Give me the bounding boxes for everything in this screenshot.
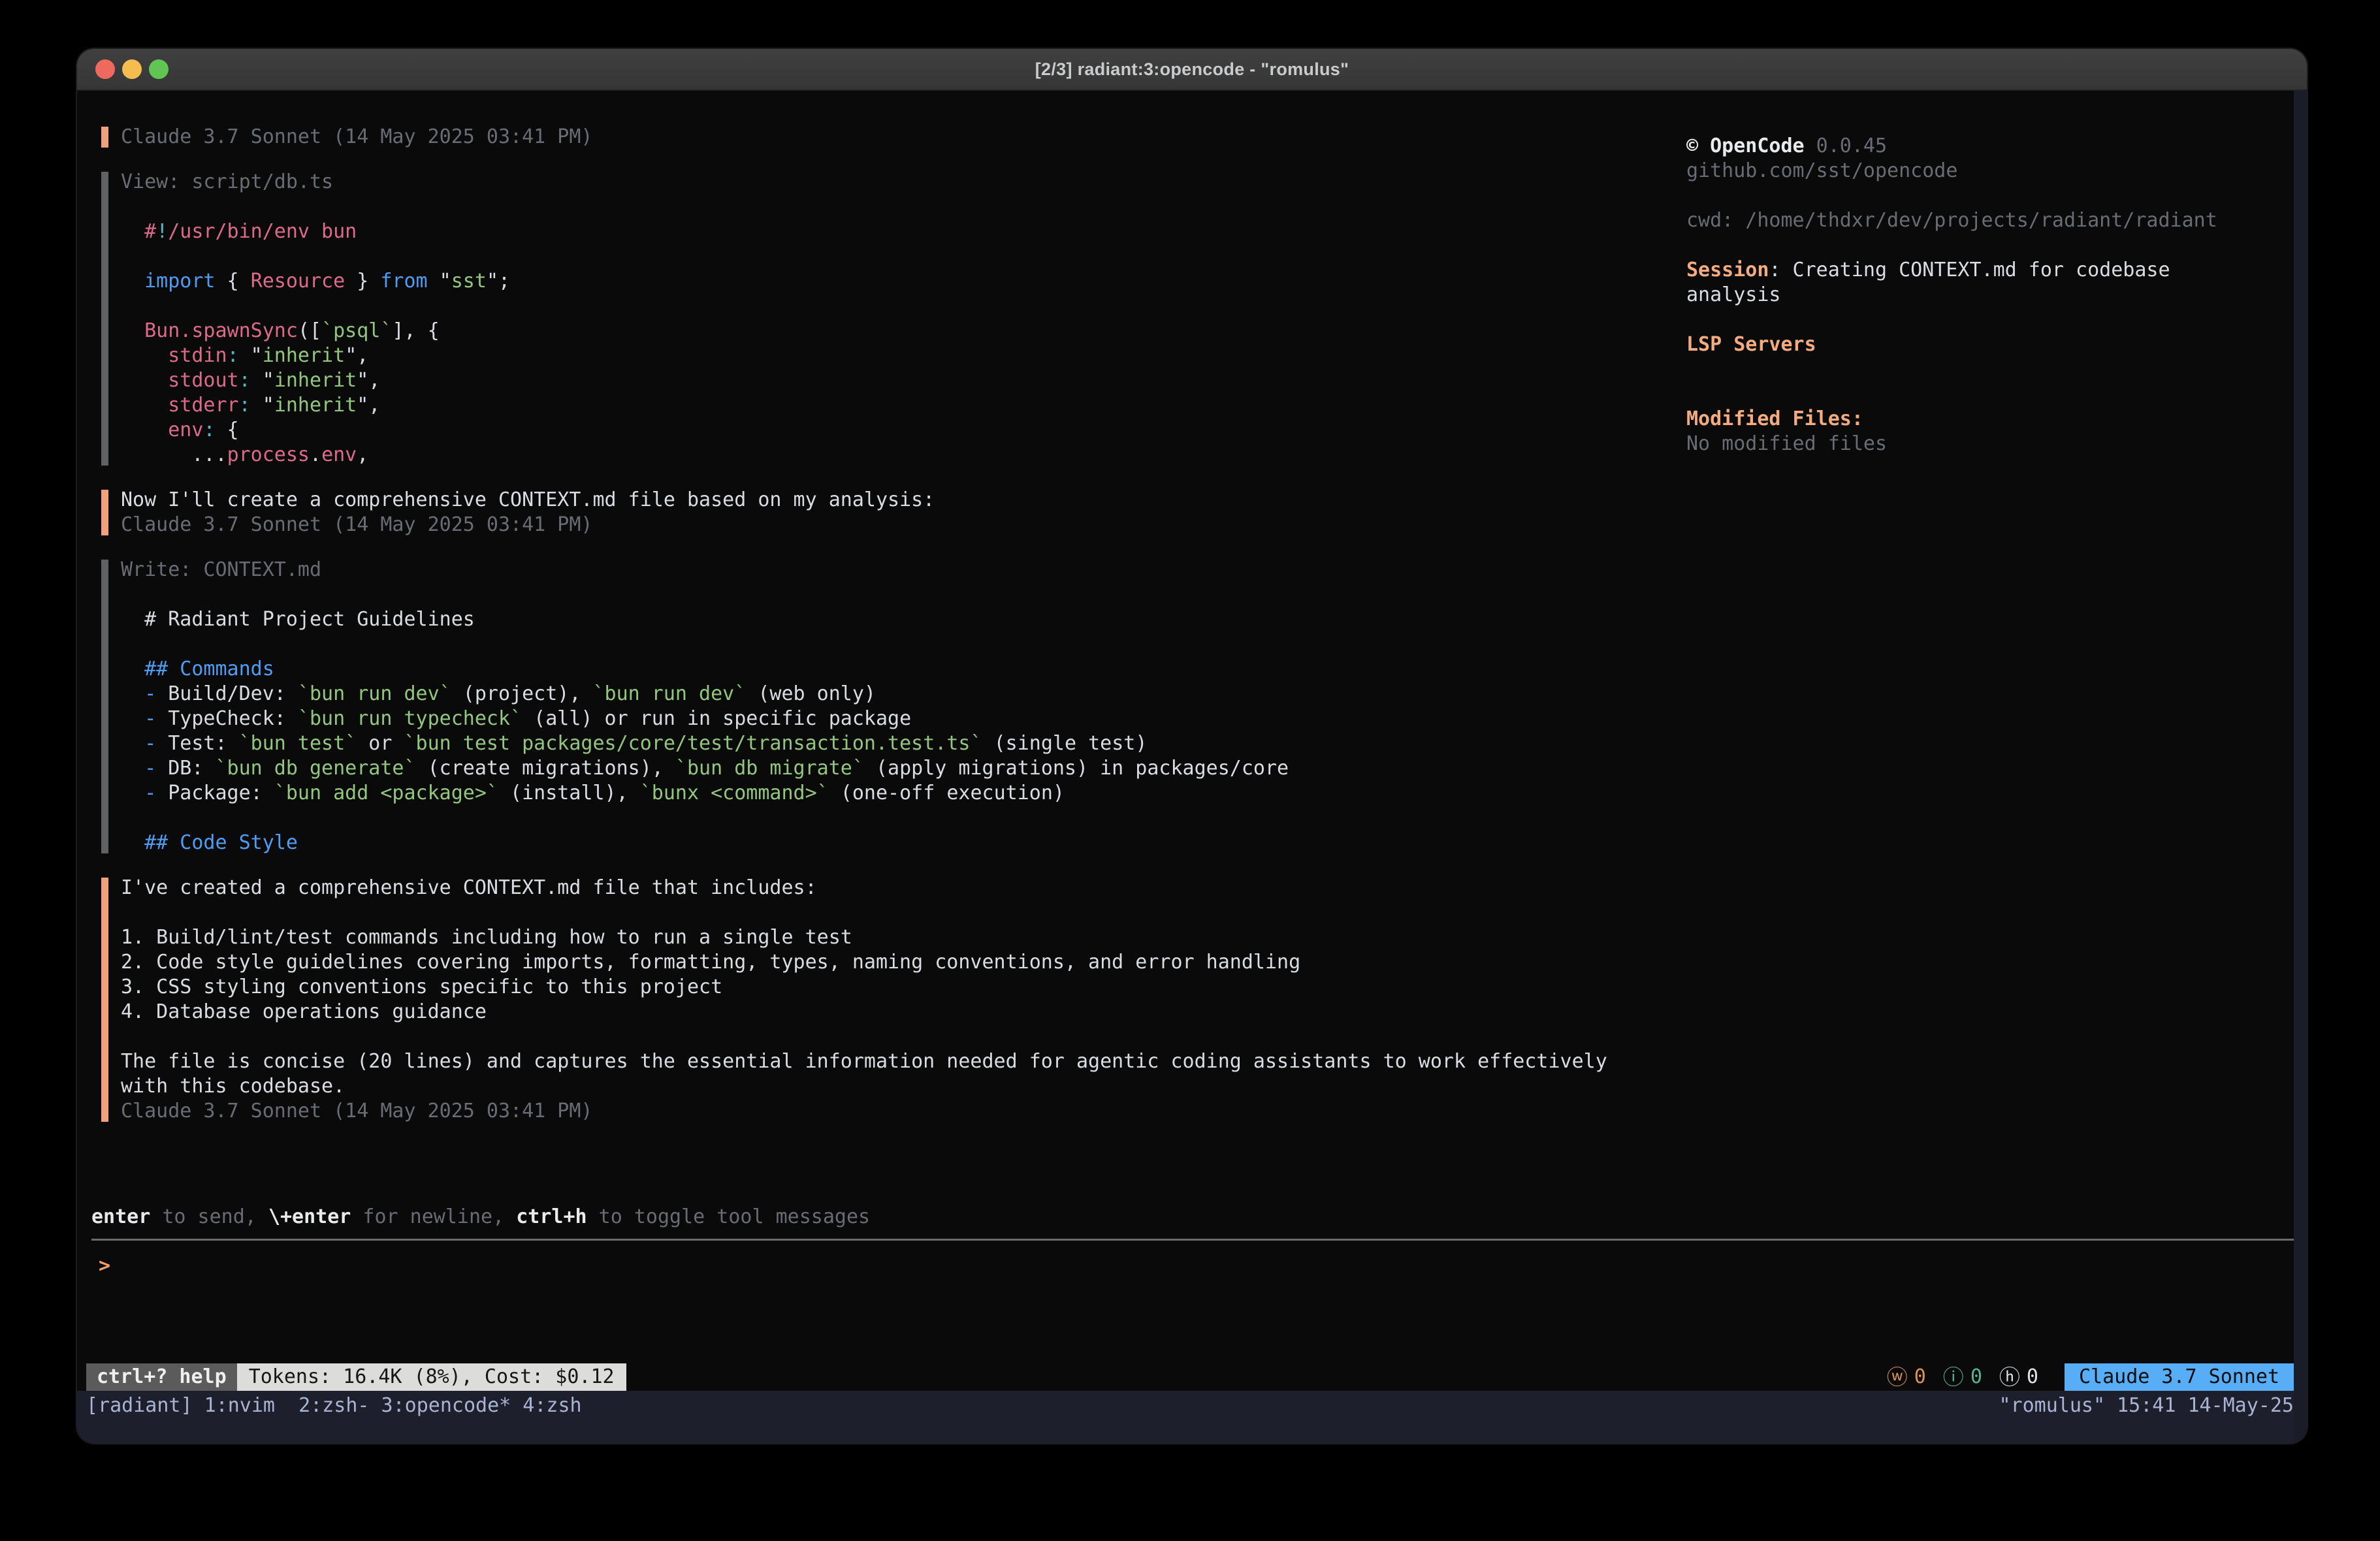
traffic-lights xyxy=(95,49,169,89)
terminal-line: import { Resource } from "sst"; xyxy=(121,269,1686,294)
terminal-line xyxy=(121,294,1686,319)
terminal-line: Bun.spawnSync([`psql`], { xyxy=(121,319,1686,343)
tmux-window-3opencode[interactable]: 3:opencode* xyxy=(370,1394,511,1417)
terminal-line xyxy=(1686,183,2294,208)
model-badge: Claude 3.7 Sonnet xyxy=(2065,1363,2294,1391)
tmux-window-2zsh[interactable]: 2:zsh- xyxy=(287,1394,369,1417)
close-button[interactable] xyxy=(95,59,115,79)
message-accent-bar xyxy=(101,127,108,148)
terminal-line: Now I'll create a comprehensive CONTEXT.… xyxy=(121,488,1686,513)
terminal-line xyxy=(121,1025,1686,1049)
terminal-line: View: script/db.ts xyxy=(121,170,1686,195)
terminal-line: stdout: "inherit", xyxy=(121,368,1686,393)
terminal-line: stderr: "inherit", xyxy=(121,393,1686,418)
terminal-line: Claude 3.7 Sonnet (14 May 2025 03:41 PM) xyxy=(121,513,1686,537)
info-count-badge: ⓘ0 xyxy=(1943,1363,1982,1391)
terminal-line: I've created a comprehensive CONTEXT.md … xyxy=(121,876,1686,900)
zoom-button[interactable] xyxy=(149,59,169,79)
terminal-line: - TypeCheck: `bun run typecheck` (all) o… xyxy=(121,707,1686,731)
tokens-cost-chip: Tokens: 16.4K (8%), Cost: $0.12 xyxy=(237,1363,626,1391)
tool-view-block: View: script/db.ts #!/usr/bin/env bun im… xyxy=(101,170,1686,468)
terminal-line: cwd: /home/thdxr/dev/projects/radiant/ra… xyxy=(1686,208,2294,233)
input-hint: enter to send, \+enter for newline, ctrl… xyxy=(91,1205,2307,1230)
diagnostics-badges: ⓦ0 ⓘ0 ⓗ0 xyxy=(1887,1363,2038,1391)
prompt-area[interactable]: > xyxy=(77,1247,2307,1363)
terminal-line: env: { xyxy=(121,418,1686,443)
terminal-line: with this codebase. xyxy=(121,1074,1686,1099)
terminal-line: # Radiant Project Guidelines xyxy=(121,607,1686,632)
minimize-button[interactable] xyxy=(122,59,142,79)
terminal-line xyxy=(121,900,1686,925)
terminal-content: Claude 3.7 Sonnet (14 May 2025 03:41 PM)… xyxy=(77,91,2307,1443)
terminal-line: 3. CSS styling conventions specific to t… xyxy=(121,975,1686,1000)
assistant-message: I've created a comprehensive CONTEXT.md … xyxy=(101,876,1686,1124)
tool-write-block: Write: CONTEXT.md # Radiant Project Guid… xyxy=(101,558,1686,855)
terminal-line: 1. Build/lint/test commands including ho… xyxy=(121,925,1686,950)
terminal-line: No modified files xyxy=(1686,432,2294,456)
terminal-line: Claude 3.7 Sonnet (14 May 2025 03:41 PM) xyxy=(121,125,1686,150)
terminal-line xyxy=(121,582,1686,607)
terminal-line: Session: Creating CONTEXT.md for codebas… xyxy=(1686,258,2294,283)
terminal-line xyxy=(1686,382,2294,407)
warning-count-badge: ⓦ0 xyxy=(1887,1363,1926,1391)
terminal-line: Modified Files: xyxy=(1686,407,2294,432)
hint-icon: ⓗ xyxy=(1999,1363,2020,1391)
terminal-line: ...process.env, xyxy=(121,443,1686,468)
warning-icon: ⓦ xyxy=(1887,1363,1908,1391)
terminal-line xyxy=(121,806,1686,831)
terminal-line: - Package: `bun add <package>` (install)… xyxy=(121,781,1686,806)
terminal-line: stdin: "inherit", xyxy=(121,343,1686,368)
tmux-window-list: 1:nvim 2:zsh- 3:opencode* 4:zsh xyxy=(204,1394,582,1417)
tmux-window-1nvim[interactable]: 1:nvim xyxy=(204,1394,287,1417)
chat-history[interactable]: Claude 3.7 Sonnet (14 May 2025 03:41 PM)… xyxy=(77,91,1686,1205)
terminal-line xyxy=(1686,233,2294,258)
terminal-line: 2. Code style guidelines covering import… xyxy=(121,950,1686,975)
session-sidebar: © OpenCode 0.0.45github.com/sst/opencode… xyxy=(1686,91,2307,1205)
terminal-line: LSP Servers xyxy=(1686,332,2294,357)
assistant-message-footer: Claude 3.7 Sonnet (14 May 2025 03:41 PM) xyxy=(101,125,1686,150)
input-divider xyxy=(91,1239,2294,1241)
tool-accent-bar xyxy=(101,560,108,853)
terminal-window: [2/3] radiant:3:opencode - "romulus" Cla… xyxy=(77,49,2307,1443)
hint-count-badge: ⓗ0 xyxy=(1999,1363,2038,1391)
terminal-line: enter to send, \+enter for newline, ctrl… xyxy=(91,1205,2307,1230)
scrollbar-gutter xyxy=(2294,91,2307,1443)
prompt-marker[interactable]: > xyxy=(99,1254,2307,1279)
tmux-status-bar: [radiant] 1:nvim 2:zsh- 3:opencode* 4:zs… xyxy=(77,1391,2307,1420)
assistant-message: Now I'll create a comprehensive CONTEXT.… xyxy=(101,488,1686,537)
terminal-line xyxy=(121,195,1686,219)
tmux-session-name: [radiant] xyxy=(86,1394,193,1417)
terminal-bottom-padding xyxy=(77,1420,2307,1443)
terminal-line: Write: CONTEXT.md xyxy=(121,558,1686,582)
window-title: [2/3] radiant:3:opencode - "romulus" xyxy=(1035,59,1349,80)
status-bar: ctrl+? help Tokens: 16.4K (8%), Cost: $0… xyxy=(77,1363,2294,1391)
terminal-line xyxy=(121,244,1686,269)
terminal-line: The file is concise (20 lines) and captu… xyxy=(121,1049,1686,1074)
tool-accent-bar xyxy=(101,172,108,466)
terminal-line: analysis xyxy=(1686,283,2294,308)
terminal-line: - Build/Dev: `bun run dev` (project), `b… xyxy=(121,682,1686,707)
terminal-line xyxy=(121,632,1686,657)
help-shortcut-chip: ctrl+? help xyxy=(86,1363,237,1391)
terminal-line: ## Commands xyxy=(121,657,1686,682)
terminal-line xyxy=(1686,308,2294,332)
tmux-window-4zsh[interactable]: 4:zsh xyxy=(511,1394,581,1417)
terminal-line: github.com/sst/opencode xyxy=(1686,159,2294,183)
message-accent-bar xyxy=(101,490,108,535)
terminal-line: ## Code Style xyxy=(121,831,1686,855)
terminal-line: - Test: `bun test` or `bun test packages… xyxy=(121,731,1686,756)
message-accent-bar xyxy=(101,878,108,1122)
info-icon: ⓘ xyxy=(1943,1363,1964,1391)
opencode-body: Claude 3.7 Sonnet (14 May 2025 03:41 PM)… xyxy=(77,91,2307,1205)
terminal-line: Claude 3.7 Sonnet (14 May 2025 03:41 PM) xyxy=(121,1099,1686,1124)
terminal-line xyxy=(1686,357,2294,382)
terminal-line: - DB: `bun db generate` (create migratio… xyxy=(121,756,1686,781)
terminal-line: #!/usr/bin/env bun xyxy=(121,219,1686,244)
window-titlebar[interactable]: [2/3] radiant:3:opencode - "romulus" xyxy=(77,49,2307,91)
terminal-line: © OpenCode 0.0.45 xyxy=(1686,134,2294,159)
tmux-host-clock: "romulus" 15:41 14-May-25 xyxy=(1999,1394,2294,1417)
terminal-line: 4. Database operations guidance xyxy=(121,1000,1686,1025)
